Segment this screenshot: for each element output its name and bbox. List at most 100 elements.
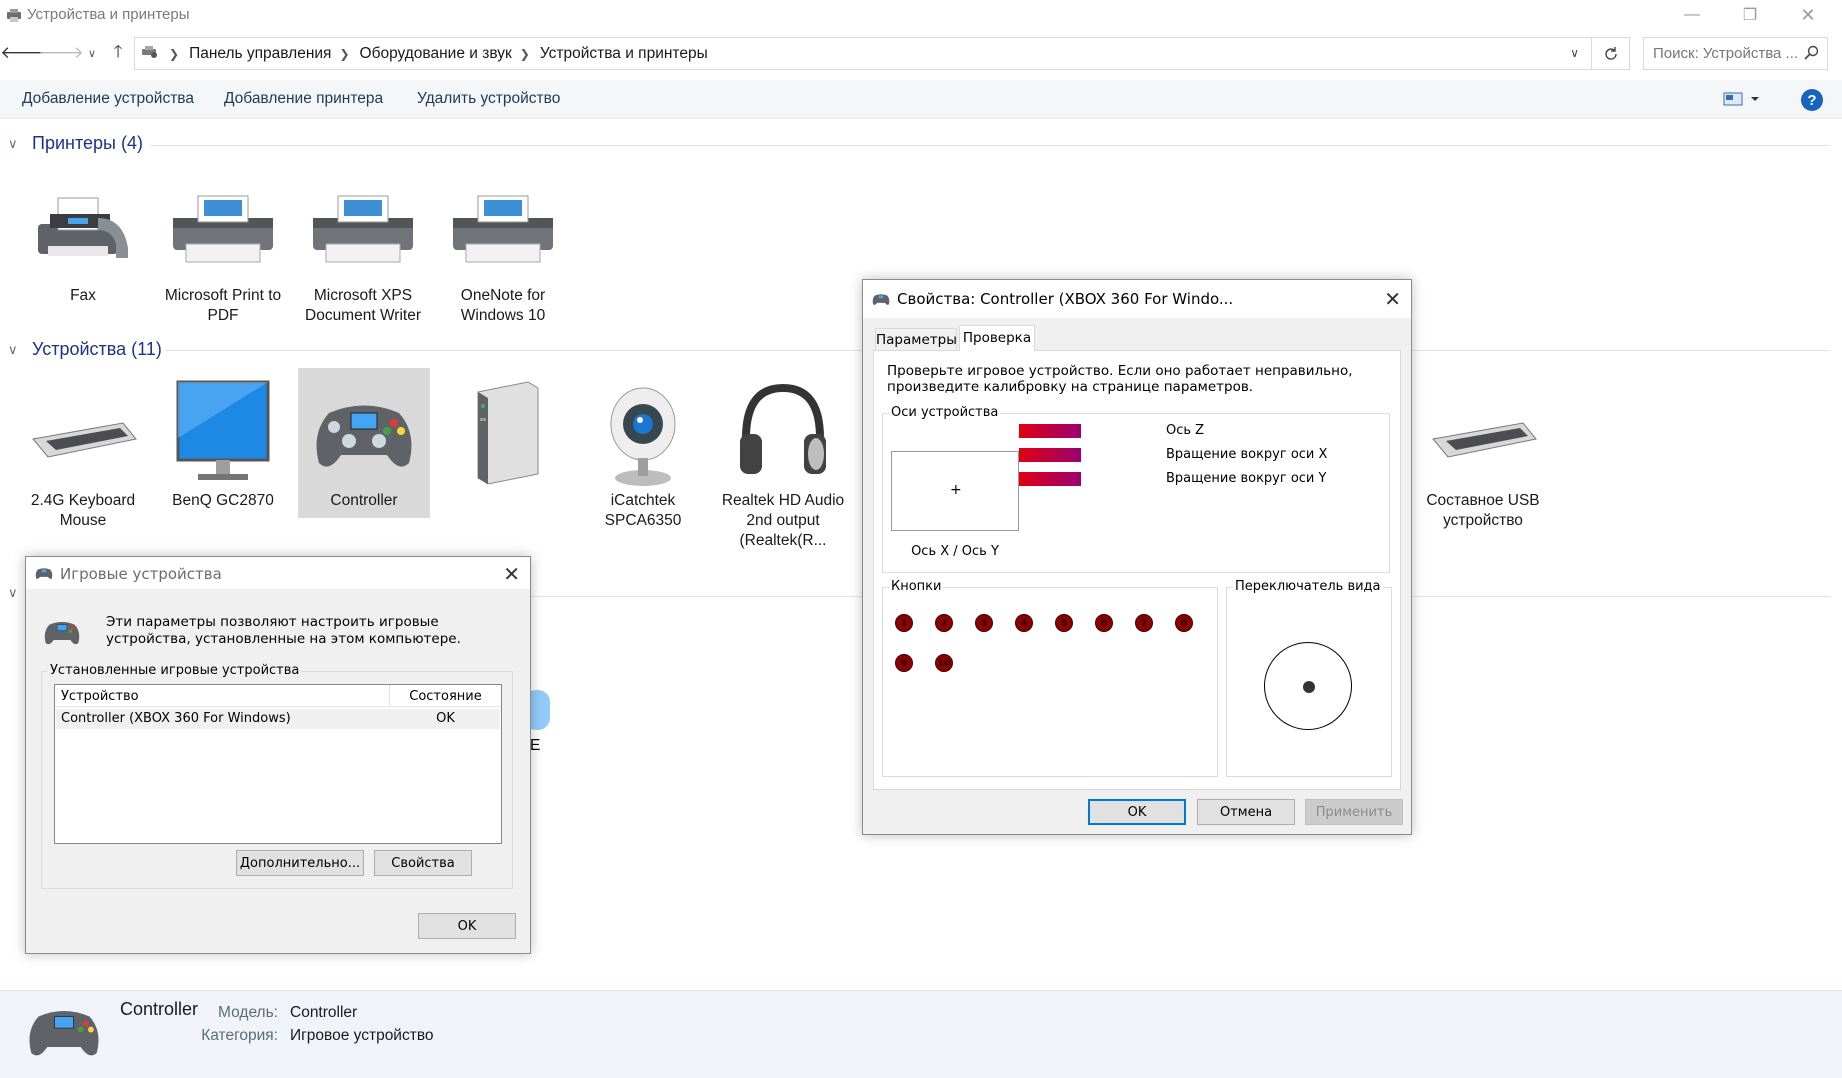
dialog-close-icon[interactable]: ✕ [1384,287,1401,311]
device-item-computer[interactable] [437,375,569,491]
breadcrumb-devices-printers[interactable]: Устройства и принтеры [540,45,708,63]
axis-label-rx: Вращение вокруг оси X [1166,447,1328,462]
dialog-close-icon[interactable]: ✕ [503,562,520,586]
printer-label: Microsoft Print to PDF [164,287,282,324]
forward-arrow-icon[interactable]: 🡒 [38,41,84,65]
collapse-chevron-icon[interactable]: ∨ [8,585,22,601]
printer-item-onenote[interactable]: OneNote for Windows 10 [437,170,569,326]
printer-item-fax[interactable]: Fax [17,170,149,306]
buttons-legend: Кнопки [889,579,944,594]
device-item-controller[interactable]: Controller [298,368,430,518]
axis-bar-z [1019,424,1081,438]
devices-group-header[interactable]: ∨ Устройства (11) [8,339,162,360]
button-indicator-7: 7 [1135,614,1153,632]
headphones-icon [717,375,849,491]
refresh-button[interactable] [1592,37,1630,70]
breadcrumb-separator-icon[interactable]: ❯ [520,47,530,61]
device-item-webcam[interactable]: iCatchtek SPCA6350 [577,375,709,531]
axis-bar-rx [1019,448,1081,462]
axis-label-z: Ось Z [1166,423,1205,438]
xy-axis-box: + [891,451,1019,531]
button-indicator-4: 4 [1015,614,1033,632]
printer-icon [157,170,289,286]
tab-parameters[interactable]: Параметры [875,328,957,350]
restore-button[interactable]: ❐ [1721,0,1779,30]
add-printer-button[interactable]: Добавление принтера [224,90,383,108]
gamepad-icon [871,292,891,310]
device-label: 2.4G Keyboard Mouse [30,492,136,529]
recent-locations-chevron-icon[interactable]: ∨ [80,41,104,65]
device-label: Составное USB устройство [1426,492,1540,529]
pov-switch-group: Переключатель вида [1226,579,1392,777]
button-indicator-9: 9 [895,654,913,672]
close-button[interactable]: ✕ [1779,0,1837,30]
advanced-button[interactable]: Дополнительно... [236,850,364,876]
apply-button[interactable]: Применить [1305,799,1403,825]
list-header: Устройство Состояние [55,685,501,707]
details-device-name: Controller [120,999,199,1019]
printers-group-header[interactable]: ∨ Принтеры (4) [8,133,143,154]
device-label: BenQ GC2870 [172,492,274,509]
printer-item-ms-print-pdf[interactable]: Microsoft Print to PDF [157,170,289,326]
device-item-benq-monitor[interactable]: BenQ GC2870 [157,375,289,511]
printer-label: Microsoft XPS Document Writer [305,287,421,324]
monitor-icon [157,375,289,491]
keyboard-icon [1417,375,1549,491]
dialog-title: Свойства: Controller (XBOX 360 For Windo… [897,290,1234,308]
collapse-chevron-icon[interactable]: ∨ [8,136,22,152]
installed-devices-list[interactable]: Устройство Состояние Controller (XBOX 36… [54,684,502,844]
cancel-button[interactable]: Отмена [1197,799,1295,825]
address-row: 🡐 🡒 ∨ 🡑 ❯ Панель управления ❯ Оборудован… [0,33,1842,73]
button-indicator-8: 8 [1175,614,1193,632]
device-label: Controller [330,492,398,509]
breadcrumb-separator-icon[interactable]: ❯ [169,47,179,61]
add-device-button[interactable]: Добавление устройства [22,90,194,108]
printer-label: Fax [70,287,96,304]
button-indicator-3: 3 [975,614,993,632]
tab-test[interactable]: Проверка [959,325,1035,351]
address-bar[interactable]: ❯ Панель управления ❯ Оборудование и зву… [134,37,1592,70]
table-row[interactable]: Controller (XBOX 360 For Windows) OK [56,709,500,729]
webcam-icon [577,375,709,491]
up-arrow-icon[interactable]: 🡑 [106,41,130,65]
xy-axis-label: Ось X / Ось Y [911,544,999,559]
axis-label-ry: Вращение вокруг оси Y [1166,471,1327,486]
ok-button[interactable]: OK [1088,799,1186,825]
test-instruction: Проверьте игровое устройство. Если оно р… [887,363,1353,395]
collapse-chevron-icon[interactable]: ∨ [8,342,22,358]
dialog-title-bar: Свойства: Controller (XBOX 360 For Windo… [863,280,1411,318]
dialog-title: Игровые устройства [60,565,222,583]
properties-button[interactable]: Свойства [374,850,472,876]
printer-icon [297,170,429,286]
location-icon [141,43,159,64]
printer-icon [437,170,569,286]
printer-label: OneNote for Windows 10 [460,287,546,324]
column-header-status[interactable]: Состояние [390,689,501,704]
device-item-keyboard-mouse[interactable]: 2.4G Keyboard Mouse [17,375,149,531]
device-item-usb-composite[interactable]: Составное USB устройство [1417,375,1549,531]
button-indicator-2: 2 [935,614,953,632]
media-device-label: E [530,737,541,754]
back-arrow-icon[interactable]: 🡐 [0,41,46,65]
remove-device-button[interactable]: Удалить устройство [417,90,560,108]
change-view-icon[interactable] [1723,91,1763,112]
column-header-device[interactable]: Устройство [61,689,139,704]
pov-indicator-circle [1264,642,1352,730]
device-axes-group: Оси устройства + Ось X / Ось Y Ось Z Вра… [882,405,1390,573]
address-dropdown-chevron-icon[interactable]: ∨ [1570,46,1579,60]
devices-group-title: Устройства (11) [32,339,162,359]
minimize-button[interactable]: — [1663,0,1721,30]
device-item-headphones[interactable]: Realtek HD Audio 2nd output (Realtek(R..… [717,375,849,551]
ok-button[interactable]: OK [418,913,516,939]
printer-item-ms-xps[interactable]: Microsoft XPS Document Writer [297,170,429,326]
help-icon[interactable]: ? [1801,89,1823,111]
dialog-description: Эти параметры позволяют настроить игровы… [106,614,461,647]
breadcrumb-separator-icon[interactable]: ❯ [339,47,349,61]
breadcrumb-hardware-sound[interactable]: Оборудование и звук [360,45,512,63]
axis-bar-ry [1019,472,1081,486]
pov-switch-legend: Переключатель вида [1233,579,1383,594]
installed-devices-group: Установленные игровые устройства Устройс… [41,663,513,889]
breadcrumb-control-panel[interactable]: Панель управления [189,45,331,63]
search-input[interactable]: Поиск: Устройства ... [1643,37,1828,70]
title-bar: Устройства и принтеры — ❐ ✕ [0,0,1842,30]
